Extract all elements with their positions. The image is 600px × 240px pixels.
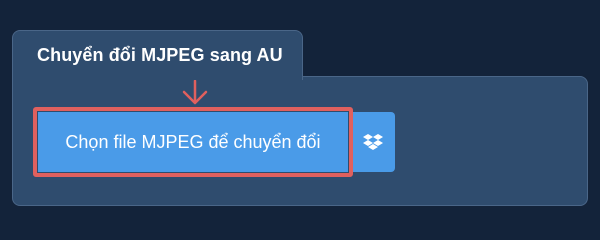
- dropbox-icon: [362, 134, 383, 150]
- arrow-down-icon: [182, 80, 208, 105]
- tab-panel-join: [13, 74, 302, 80]
- choose-file-highlight: [33, 107, 353, 177]
- converter-tab: Chuyển đổi MJPEG sang AU: [12, 30, 303, 80]
- converter-card: Chuyển đổi MJPEG sang AU Chọn file MJPEG…: [0, 0, 600, 230]
- converter-tab-title: Chuyển đổi MJPEG sang AU: [37, 45, 283, 65]
- dropbox-button[interactable]: [350, 112, 395, 172]
